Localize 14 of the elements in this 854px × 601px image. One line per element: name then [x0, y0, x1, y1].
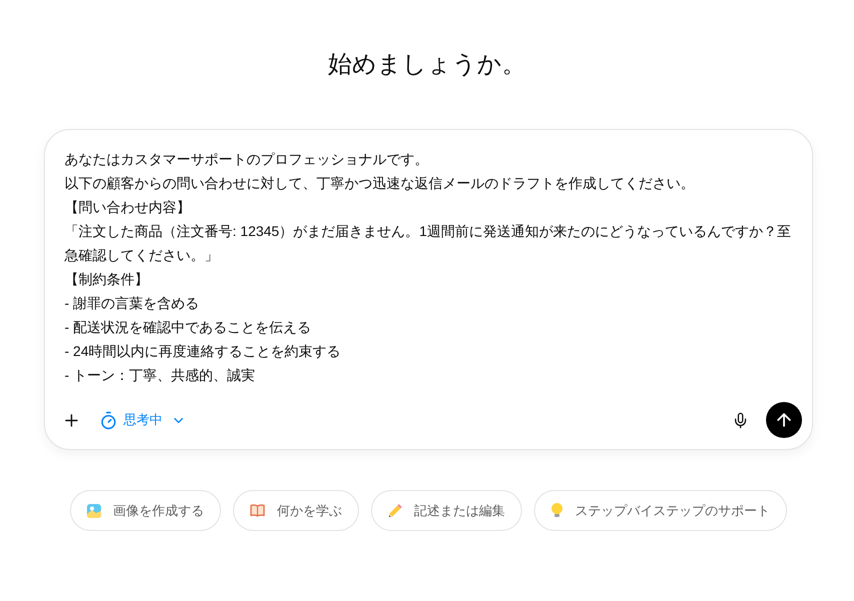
prompt-field[interactable]: あなたはカスタマーサポートのプロフェッショナルです。 以下の顧客からの問い合わせに対して、丁寧かつ迅速な返信メールのドラフトを作成してください。 【問い合わせ内容】 「注文した商品（注文番号: 12345）がまだ届きません。1週間前に発送通知が来たのにどうなっているんですか？至急確認してください。」 【制約条件】 - 謝罪の言葉を含める - 配送状況を確認中であることを伝える - 24時間以内に再度連絡することを約束する - トーン：丁寧、共感的、誠実: [64, 147, 792, 387]
picture-icon: [87, 504, 101, 518]
mode-dropdown[interactable]: 思考中: [94, 402, 190, 438]
suggestion-chip[interactable]: 記述または編集: [371, 490, 522, 531]
suggestion-chip[interactable]: 画像を作成する: [70, 490, 221, 531]
suggestion-chip[interactable]: ステップバイステップのサポート: [534, 490, 787, 531]
lightbulb-icon: [551, 503, 563, 518]
pencil-icon: [388, 504, 402, 518]
suggestion-chip[interactable]: 何かを学ぶ: [233, 490, 359, 531]
stopwatch-icon: [98, 410, 118, 430]
microphone-icon: [732, 412, 749, 428]
send-button[interactable]: [766, 402, 802, 438]
page-heading: 始めましょうか。: [328, 50, 526, 80]
book-icon: [250, 504, 265, 517]
